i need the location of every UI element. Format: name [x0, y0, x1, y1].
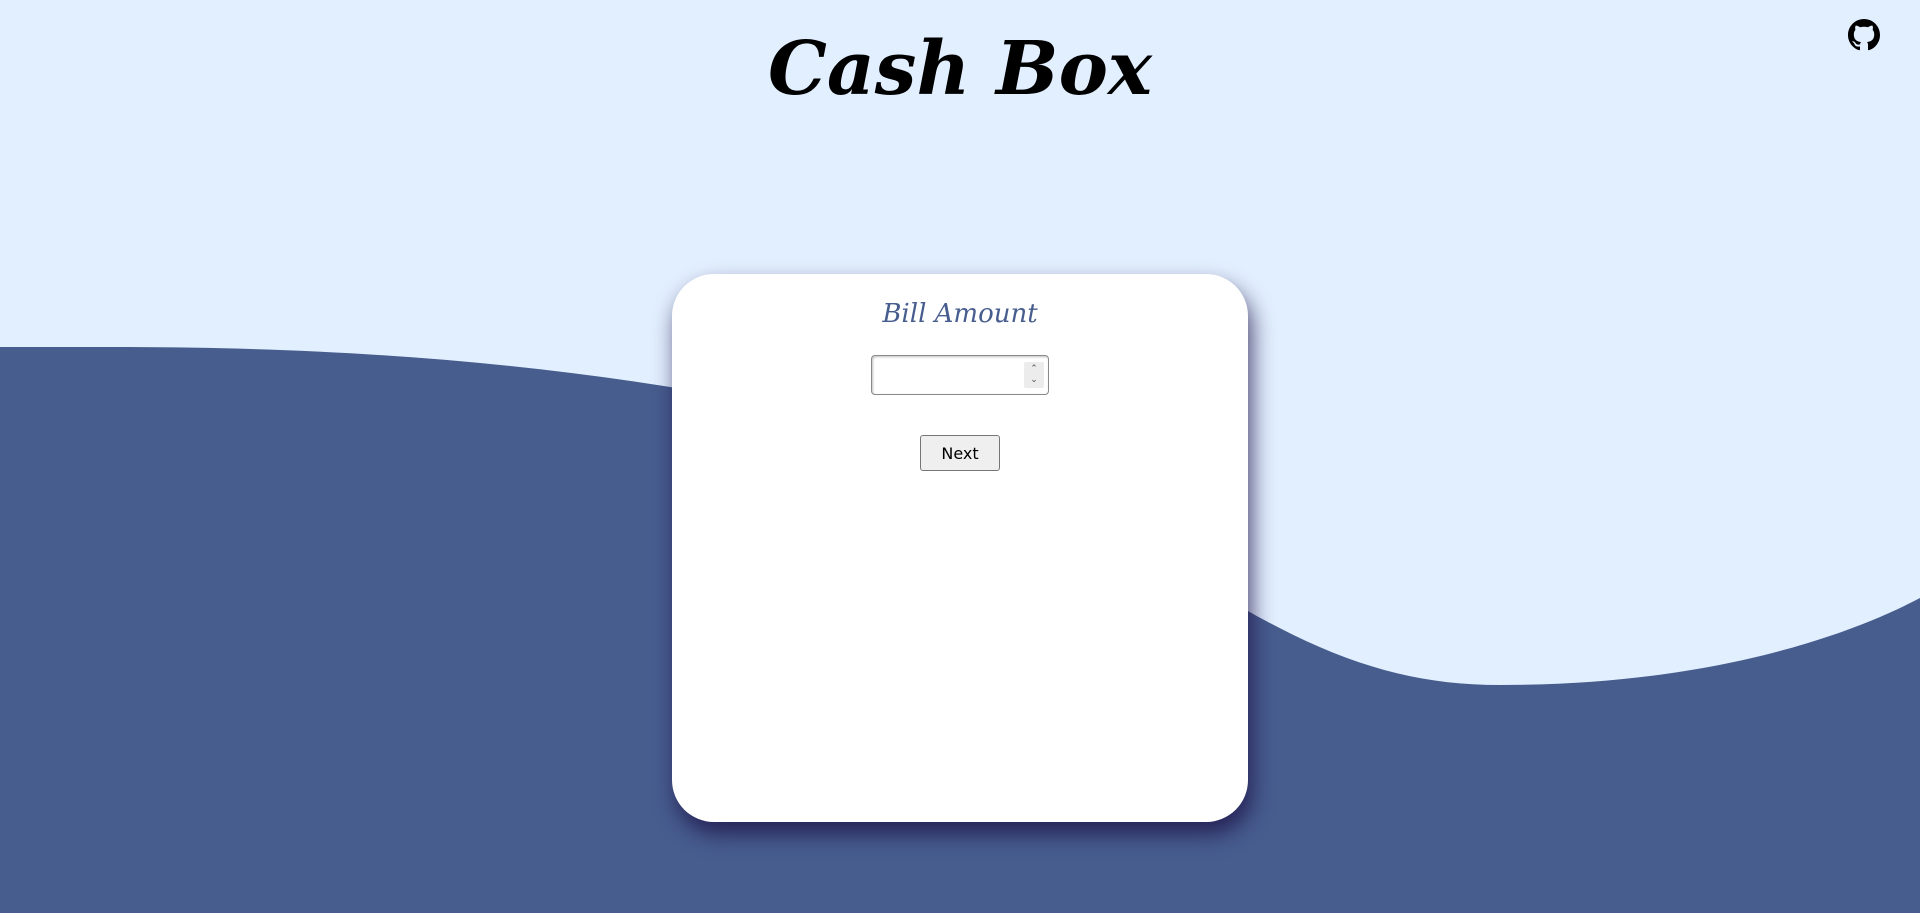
number-stepper[interactable]: ⌃ ⌄ [1024, 362, 1044, 388]
app-title: Cash Box [767, 26, 1153, 112]
chevron-up-icon[interactable]: ⌃ [1030, 364, 1038, 375]
page: Cash Box Bill Amount ⌃ ⌄ Next [0, 0, 1920, 913]
chevron-down-icon[interactable]: ⌄ [1030, 375, 1038, 386]
github-icon [1848, 19, 1880, 51]
bill-card: Bill Amount ⌃ ⌄ Next [672, 274, 1248, 822]
bill-amount-field: ⌃ ⌄ [871, 355, 1049, 395]
bill-amount-input[interactable] [871, 355, 1049, 395]
next-button[interactable]: Next [920, 435, 1000, 471]
github-link[interactable] [1848, 19, 1880, 51]
bill-amount-heading: Bill Amount [882, 299, 1038, 329]
